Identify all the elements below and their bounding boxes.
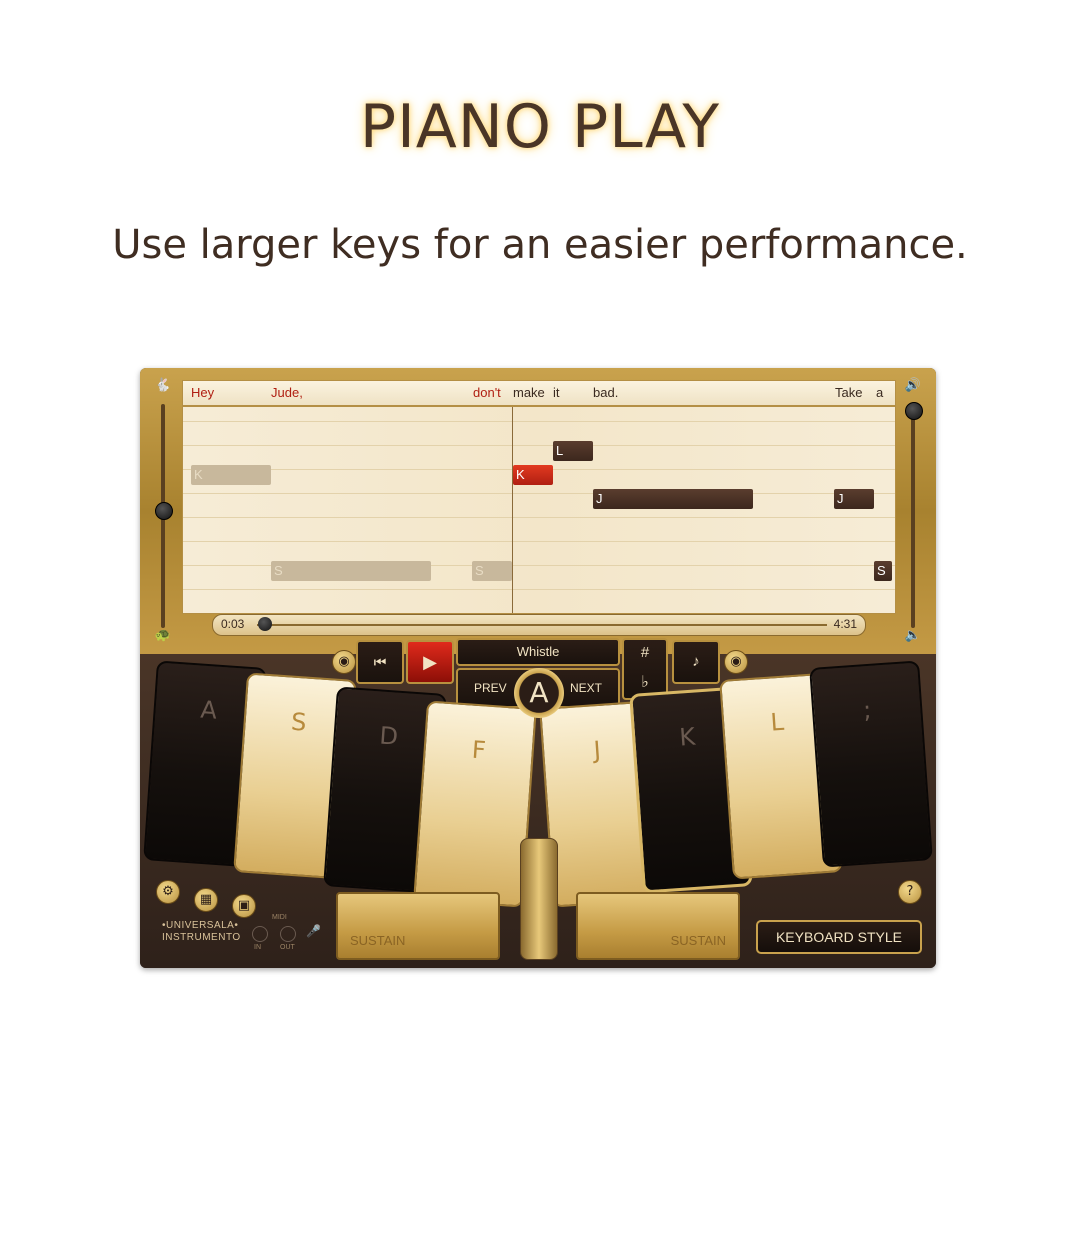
lyrics-bar: Hey Jude, don't make it bad. Take a — [182, 380, 896, 406]
turtle-icon: 🐢 — [154, 628, 172, 643]
volume-down-icon: 🔈 — [904, 628, 922, 643]
brand-logo: •UNIVERSALA• INSTRUMENTO — [162, 920, 241, 944]
play-button[interactable]: ▶ — [406, 640, 454, 684]
flat-button[interactable]: ♭ — [624, 672, 666, 692]
note-roll: K S S K L J J S — [182, 406, 896, 614]
note-mode-button[interactable]: ♪ — [672, 640, 720, 684]
help-button[interactable]: ? — [898, 880, 922, 904]
volume-slider[interactable]: 🔊 🔈 — [896, 378, 930, 646]
autoplay-medal[interactable]: A — [514, 668, 564, 718]
sustain-label: SUSTAIN — [670, 933, 726, 948]
accidental-panel: # ♭ — [622, 638, 668, 700]
note-bar: K — [513, 465, 553, 485]
sharp-button[interactable]: # — [624, 644, 666, 661]
lyric-word: a — [876, 385, 884, 400]
lyric-word: Jude, — [271, 385, 303, 400]
note-bar: S — [472, 561, 512, 581]
note-bar: S — [874, 561, 892, 581]
lyric-word: make — [513, 385, 545, 400]
settings-gear-icon[interactable]: ⚙ — [156, 880, 180, 904]
lyric-word: it — [553, 385, 560, 400]
piano-app: 🐇 🐢 🔊 🔈 Hey Jude, don't make it bad. Tak… — [140, 368, 936, 968]
playhead — [512, 407, 513, 613]
brand-line1: •UNIVERSALA• — [162, 920, 239, 931]
midi-label: MIDI — [272, 914, 287, 921]
volume-up-icon: 🔊 — [904, 378, 922, 393]
midi-in-icon — [252, 926, 268, 942]
top-panel: 🐇 🐢 🔊 🔈 Hey Jude, don't make it bad. Tak… — [140, 368, 936, 654]
volume-rail — [911, 404, 915, 628]
rewind-icon: ⏮ — [373, 654, 387, 670]
lyric-word: bad. — [593, 385, 619, 400]
key-semicolon[interactable]: ; — [809, 660, 933, 868]
right-screw-button: ◉ — [724, 650, 748, 674]
sustain-left[interactable]: SUSTAIN — [336, 892, 500, 960]
key-label: ; — [862, 695, 873, 725]
keyboard-style-button[interactable]: KEYBOARD STYLE — [756, 920, 922, 954]
lyric-word: don't — [473, 385, 501, 400]
current-time: 0:03 — [221, 617, 245, 631]
music-note-icon: ♪ — [692, 653, 700, 670]
key-label: F — [470, 735, 487, 765]
midi-out-icon — [280, 926, 296, 942]
total-time: 4:31 — [833, 617, 857, 631]
instrument-selector[interactable]: Whistle — [456, 638, 620, 666]
brand-line2: INSTRUMENTO — [162, 932, 241, 943]
sustain-label: SUSTAIN — [350, 933, 406, 948]
rewind-button[interactable]: ⏮ — [356, 640, 404, 684]
sustain-right[interactable]: SUSTAIN — [576, 892, 740, 960]
midi-indicators: MIDI 🎤 IN OUT — [250, 914, 330, 954]
microphone-icon: 🎤 — [306, 924, 321, 938]
note-bar: J — [834, 489, 874, 509]
next-button[interactable]: NEXT — [570, 681, 602, 695]
promo-title: PIANO PLAY — [359, 92, 721, 162]
key-f[interactable]: F — [413, 700, 537, 908]
midi-out-label: OUT — [280, 944, 295, 951]
keypad-grid-icon[interactable]: ▦ — [194, 888, 218, 912]
lyric-word: Take — [835, 385, 863, 400]
lyric-word: Hey — [191, 385, 215, 400]
note-bar: K — [191, 465, 271, 485]
tempo-slider[interactable]: 🐇 🐢 — [146, 378, 180, 646]
progress-track — [257, 624, 827, 626]
prev-button[interactable]: PREV — [474, 681, 507, 695]
progress-knob[interactable] — [258, 617, 272, 631]
center-pedal-ornament — [520, 838, 558, 960]
note-bar: L — [553, 441, 593, 461]
note-bar: J — [593, 489, 753, 509]
tempo-knob[interactable] — [155, 502, 173, 520]
left-screw-button: ◉ — [332, 650, 356, 674]
note-bar: S — [271, 561, 431, 581]
rabbit-icon: 🐇 — [154, 378, 172, 393]
midi-in-label: IN — [254, 944, 261, 951]
song-progress[interactable]: 0:03 4:31 — [212, 614, 866, 636]
play-icon: ▶ — [423, 652, 437, 672]
volume-knob[interactable] — [905, 402, 923, 420]
promo-subtitle: Use larger keys for an easier performanc… — [112, 222, 968, 268]
